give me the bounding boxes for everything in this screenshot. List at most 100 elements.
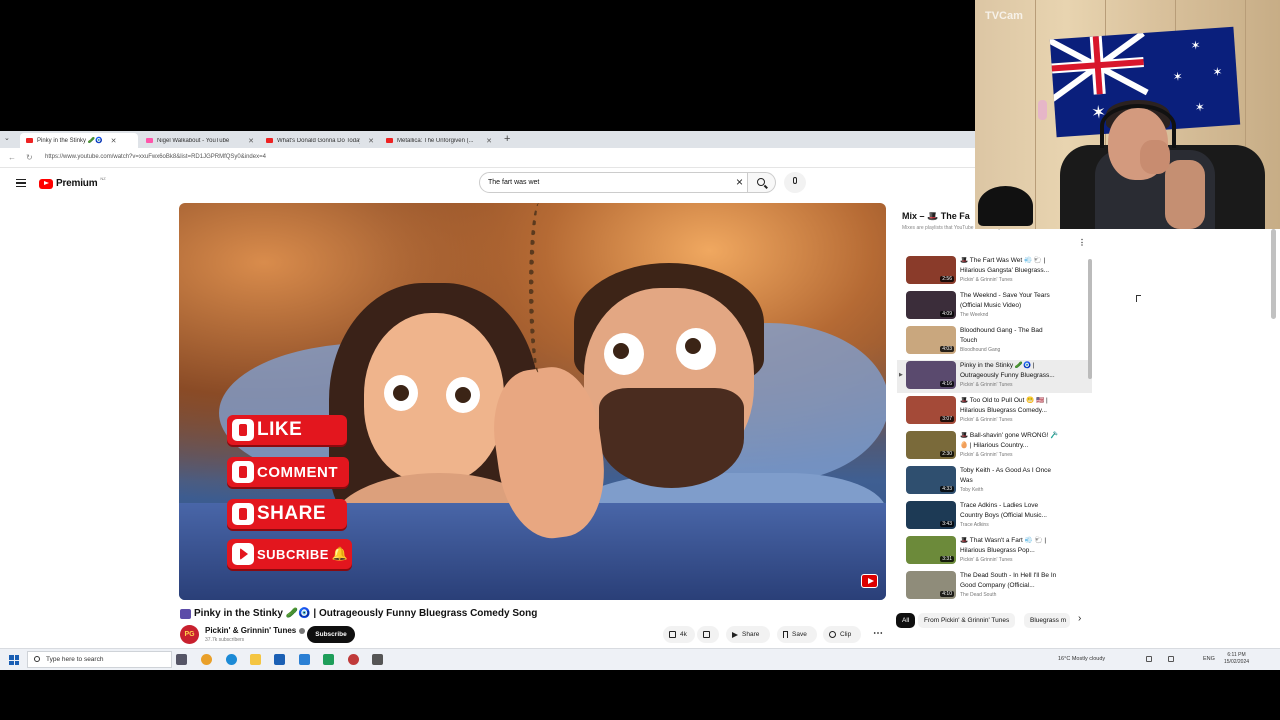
playlist-menu-icon[interactable]: ⋮ bbox=[1078, 238, 1086, 247]
playlist-item-title[interactable]: 🎩 Too Old to Pull Out 😬 🇺🇸 | Hilarious B… bbox=[960, 396, 1060, 416]
verified-icon bbox=[299, 627, 306, 634]
duration-badge: 4:10 bbox=[940, 591, 954, 597]
webcam-label: TVCam bbox=[985, 10, 1023, 22]
tab-nigel[interactable]: Nigel Walkabout - YouTube ✕ bbox=[140, 133, 260, 148]
video-thumbnail[interactable]: 4:03 bbox=[906, 326, 956, 354]
search-icon bbox=[757, 178, 765, 186]
weather-status[interactable]: 16°C Mostly cloudy bbox=[1058, 656, 1105, 662]
voice-search-button[interactable] bbox=[784, 172, 806, 193]
playlist-item[interactable]: ▶ 4:16 Pinky in the Stinky 🥒🧿 | Outrageous… bbox=[897, 360, 1092, 393]
playlist-item-title[interactable]: Pinky in the Stinky 🥒🧿 | Outrageously Fu… bbox=[960, 361, 1060, 381]
clear-icon[interactable]: × bbox=[736, 175, 743, 189]
video-thumbnail[interactable]: 4:10 bbox=[906, 571, 956, 599]
tab-close-icon[interactable]: ✕ bbox=[248, 137, 254, 145]
dislike-button[interactable] bbox=[697, 626, 719, 643]
tab-pinky[interactable]: Pinky in the Stinky 🥒🧿 ✕ bbox=[20, 133, 138, 148]
playlist-item-title[interactable]: The Weeknd - Save Your Tears (Official M… bbox=[960, 291, 1060, 311]
screen: ⌄ Pinky in the Stinky 🥒🧿 ✕ Nigel Walkabo… bbox=[0, 0, 1280, 720]
playlist-item[interactable]: 3:31 🎩 That Wasn't a Fart 💨 🐑 | Hilarious… bbox=[897, 535, 1092, 568]
video-thumbnail[interactable]: 4:16 bbox=[906, 361, 956, 389]
tab-search-icon[interactable]: ⌄ bbox=[4, 134, 10, 142]
playlist-item[interactable]: 3:07 🎩 Too Old to Pull Out 😬 🇺🇸 | Hilario… bbox=[897, 395, 1092, 428]
system-clock[interactable]: 6:11 PM 15/02/2024 bbox=[1224, 652, 1249, 666]
video-player[interactable]: LIKE COMMENT SHARE SUBCRIBE 🔔 bbox=[179, 203, 886, 600]
playlist-item-title[interactable]: 🎩 The Fart Was Wet 💨 🐑 | Hilarious Gangs… bbox=[960, 256, 1060, 276]
language-indicator[interactable]: ENG bbox=[1203, 656, 1215, 662]
search-button[interactable] bbox=[748, 172, 776, 193]
share-button[interactable]: Share bbox=[726, 626, 770, 643]
windows-start-icon[interactable] bbox=[9, 655, 19, 665]
playlist-item-title[interactable]: Trace Adkins - Ladies Love Country Boys … bbox=[960, 501, 1060, 521]
chip-all[interactable]: All bbox=[896, 613, 916, 628]
mail-icon[interactable] bbox=[299, 654, 310, 665]
video-thumbnail[interactable]: 4:09 bbox=[906, 291, 956, 319]
playlist-item-title[interactable]: The Dead South - In Hell I'll Be In Good… bbox=[960, 571, 1060, 591]
youtube-favicon-icon bbox=[386, 138, 393, 143]
overlay-label: SHARE bbox=[257, 503, 327, 524]
subscribe-button[interactable]: Subscribe bbox=[307, 626, 355, 643]
search-input[interactable]: The fart was wet × bbox=[479, 172, 748, 193]
menu-icon[interactable] bbox=[16, 179, 26, 187]
channel-name[interactable]: Pickin' & Grinnin' Tunes bbox=[205, 626, 306, 635]
tab-metallica[interactable]: Metallica: The Unforgiven (... ✕ bbox=[380, 133, 498, 148]
thumbs-up-icon bbox=[669, 631, 676, 638]
chevron-right-icon[interactable]: › bbox=[1078, 613, 1081, 624]
microphone-icon bbox=[793, 177, 797, 184]
video-thumbnail[interactable]: 2:56 bbox=[906, 256, 956, 284]
video-thumbnail[interactable]: 3:43 bbox=[906, 501, 956, 529]
playlist-item-title[interactable]: 🎩 Ball-shavin' gone WRONG! 🪒🥚 | Hilariou… bbox=[960, 431, 1060, 451]
video-thumbnail[interactable]: 3:07 bbox=[906, 396, 956, 424]
youtube-logo[interactable]: Premium NZ bbox=[39, 176, 106, 189]
now-playing-icon: ▶ bbox=[899, 372, 903, 378]
volume-icon[interactable] bbox=[1168, 656, 1174, 662]
more-actions-icon[interactable]: ⋯ bbox=[873, 628, 883, 639]
playlist-item-channel: Pickin' & Grinnin' Tunes bbox=[960, 382, 1013, 388]
app-icon[interactable] bbox=[348, 654, 359, 665]
playlist-item-channel: Trace Adkins bbox=[960, 522, 989, 528]
calculator-icon[interactable] bbox=[372, 654, 383, 665]
playlist-item[interactable]: 2:56 🎩 The Fart Was Wet 💨 🐑 | Hilarious G… bbox=[897, 255, 1092, 288]
chip-from-channel[interactable]: From Pickin' & Grinnin' Tunes bbox=[918, 613, 1016, 628]
edge-icon[interactable] bbox=[226, 654, 237, 665]
new-tab-button[interactable]: + bbox=[504, 133, 510, 146]
task-view-icon[interactable] bbox=[176, 654, 187, 665]
playlist-item-title[interactable]: Toby Keith - As Good As I Once Was bbox=[960, 466, 1060, 486]
page-scrollbar[interactable] bbox=[1271, 229, 1276, 319]
playlist-item[interactable]: 4:03 Bloodhound Gang - The Bad Touch Blood… bbox=[897, 325, 1092, 358]
overlay-label: SUBCRIBE bbox=[257, 546, 329, 562]
tab-close-icon[interactable]: ✕ bbox=[486, 137, 492, 145]
chrome-icon[interactable] bbox=[201, 654, 212, 665]
channel-avatar[interactable]: PG bbox=[180, 625, 199, 644]
playlist-item-title[interactable]: Bloodhound Gang - The Bad Touch bbox=[960, 326, 1060, 346]
reload-icon[interactable]: ↻ bbox=[26, 153, 33, 162]
playlist-scrollbar[interactable] bbox=[1088, 259, 1092, 379]
tab-close-icon[interactable]: ✕ bbox=[368, 137, 374, 145]
app-icon[interactable] bbox=[323, 654, 334, 665]
playlist-title: Mix – 🎩 The Fa bbox=[902, 211, 970, 221]
star-icon: ✶ bbox=[1194, 99, 1206, 115]
clip-button[interactable]: Clip bbox=[823, 626, 861, 643]
chip-bluegrass[interactable]: Bluegrass m bbox=[1024, 613, 1070, 628]
taskbar-search-input[interactable]: Type here to search bbox=[27, 651, 172, 668]
video-thumbnail[interactable]: 2:30 bbox=[906, 431, 956, 459]
playlist-item[interactable]: 4:33 Toby Keith - As Good As I Once Was To… bbox=[897, 465, 1092, 498]
video-thumbnail[interactable]: 3:31 bbox=[906, 536, 956, 564]
tab-donald[interactable]: What's Donald Gonna Do Today? ✕ bbox=[260, 133, 380, 148]
network-icon[interactable] bbox=[1146, 656, 1152, 662]
url-field[interactable]: https://www.youtube.com/watch?v=xxuFwx6o… bbox=[45, 154, 266, 160]
video-thumbnail[interactable]: 4:33 bbox=[906, 466, 956, 494]
save-button[interactable]: Save bbox=[777, 626, 817, 643]
playlist-item[interactable]: 3:43 Trace Adkins - Ladies Love Country B… bbox=[897, 500, 1092, 533]
playlist-item[interactable]: 4:09 The Weeknd - Save Your Tears (Offici… bbox=[897, 290, 1092, 323]
playlist-item-channel: Pickin' & Grinnin' Tunes bbox=[960, 417, 1013, 423]
share-overlay: SHARE bbox=[227, 499, 347, 529]
store-icon[interactable] bbox=[274, 654, 285, 665]
back-icon[interactable]: ← bbox=[8, 153, 16, 162]
youtube-watermark-icon[interactable] bbox=[861, 574, 878, 588]
playlist-item[interactable]: 2:30 🎩 Ball-shavin' gone WRONG! 🪒🥚 | Hila… bbox=[897, 430, 1092, 463]
file-explorer-icon[interactable] bbox=[250, 654, 261, 665]
playlist-item-title[interactable]: 🎩 That Wasn't a Fart 💨 🐑 | Hilarious Blu… bbox=[960, 536, 1060, 556]
tab-close-icon[interactable]: ✕ bbox=[111, 137, 117, 145]
playlist-item[interactable]: 4:10 The Dead South - In Hell I'll Be In … bbox=[897, 570, 1092, 603]
like-button[interactable]: 4k bbox=[663, 626, 695, 643]
